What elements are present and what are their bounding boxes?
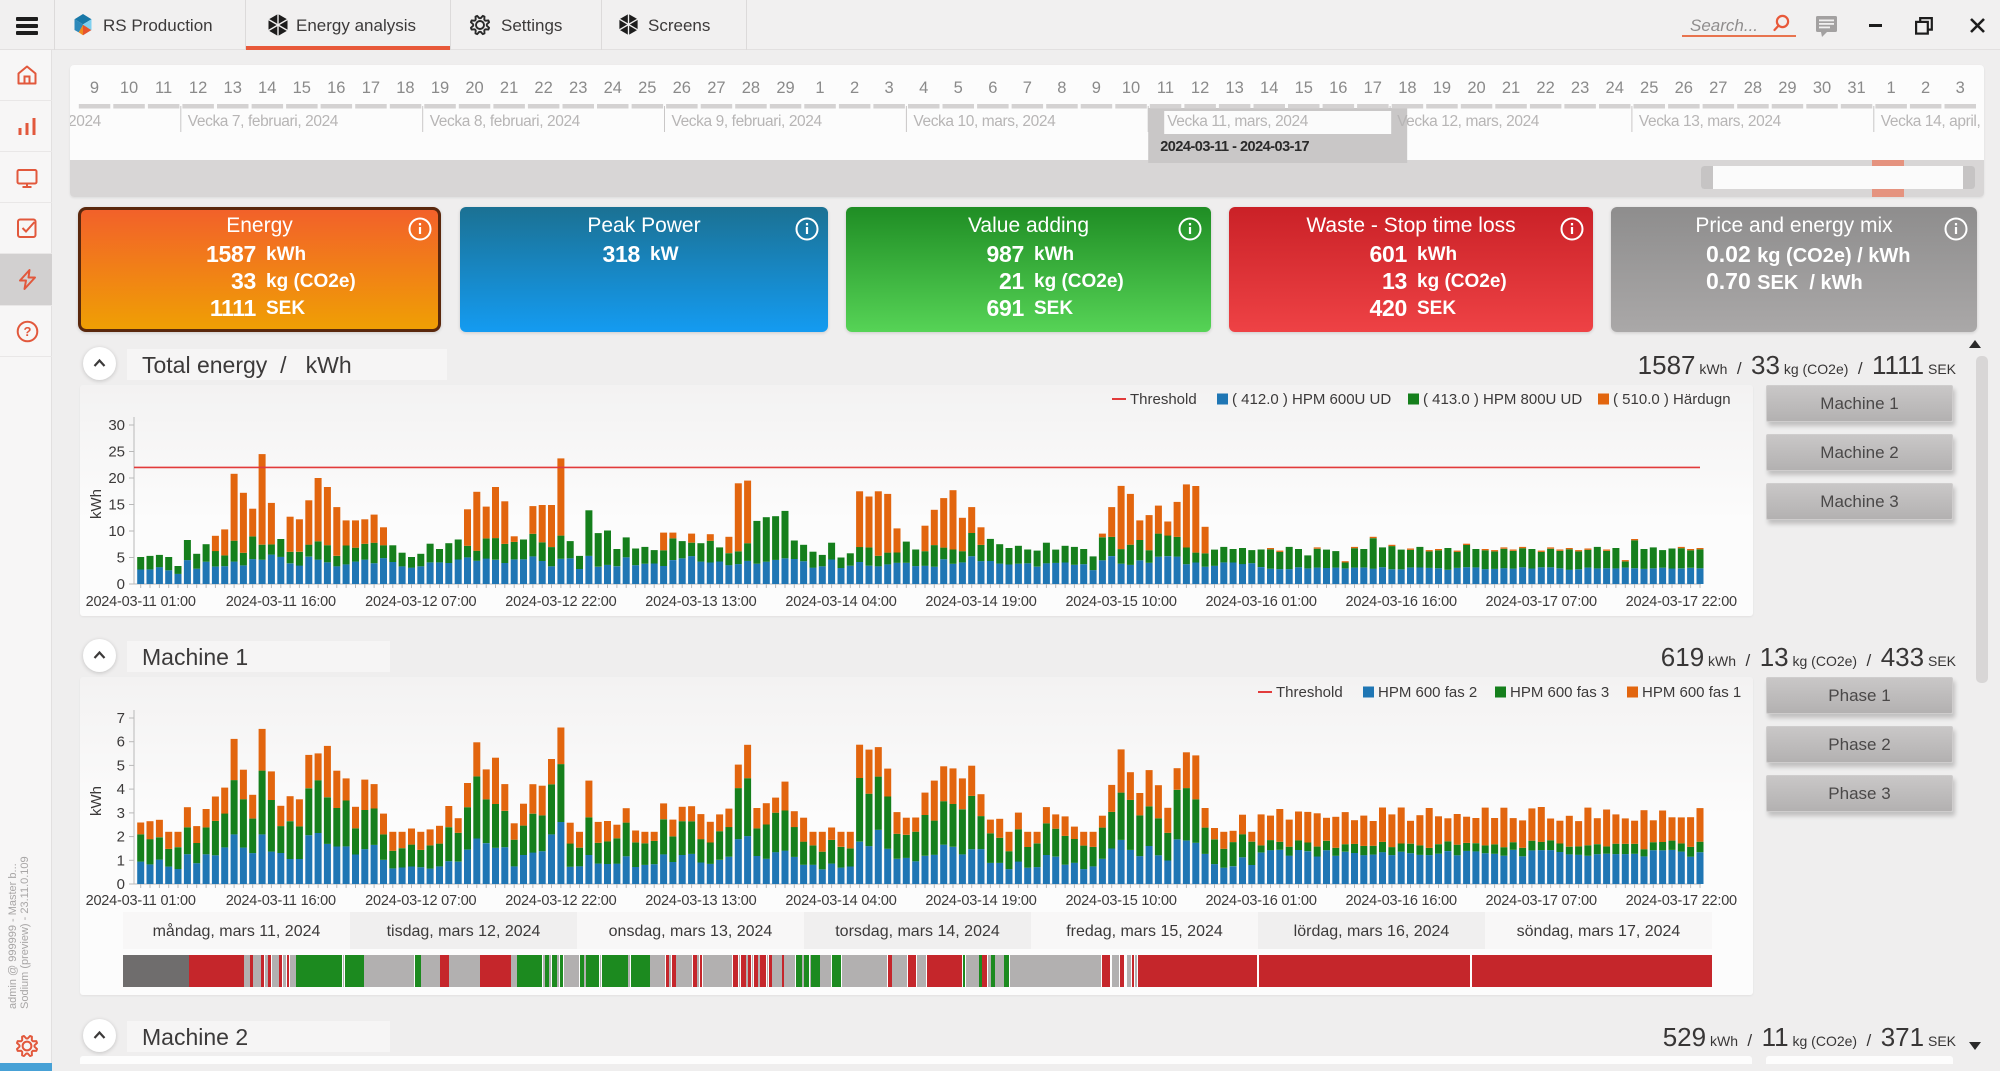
svg-text:söndag, mars 17, 2024: söndag, mars 17, 2024	[1517, 923, 1681, 940]
svg-text:2024-03-16 16:00: 2024-03-16 16:00	[1346, 893, 1457, 909]
svg-text:2024-03-13 13:00: 2024-03-13 13:00	[645, 893, 756, 909]
svg-text:2024-03-17 22:00: 2024-03-17 22:00	[1626, 893, 1737, 909]
svg-text:2024-03-14 19:00: 2024-03-14 19:00	[925, 893, 1036, 909]
svg-text:0: 0	[117, 876, 125, 893]
svg-text:Threshold: Threshold	[1276, 684, 1343, 701]
svg-text:6: 6	[117, 734, 125, 751]
svg-text:HPM 600 fas 3: HPM 600 fas 3	[1510, 684, 1609, 701]
svg-text:lördag, mars 16, 2024: lördag, mars 16, 2024	[1294, 923, 1450, 940]
svg-text:5: 5	[117, 757, 125, 774]
svg-text:7: 7	[117, 710, 125, 727]
svg-text:onsdag, mars 13, 2024: onsdag, mars 13, 2024	[609, 923, 773, 940]
svg-text:torsdag, mars 14, 2024: torsdag, mars 14, 2024	[835, 923, 1000, 940]
svg-text:2024-03-15 10:00: 2024-03-15 10:00	[1065, 893, 1176, 909]
svg-text:3: 3	[117, 805, 125, 822]
svg-text:1: 1	[117, 852, 125, 869]
svg-text:måndag, mars 11, 2024: måndag, mars 11, 2024	[153, 922, 321, 940]
svg-text:2024-03-16 01:00: 2024-03-16 01:00	[1205, 893, 1316, 909]
svg-text:tisdag, mars 12, 2024: tisdag, mars 12, 2024	[387, 923, 541, 940]
svg-text:2024-03-12 07:00: 2024-03-12 07:00	[365, 893, 476, 909]
svg-text:2024-03-14 04:00: 2024-03-14 04:00	[785, 893, 896, 909]
svg-text:2024-03-17 07:00: 2024-03-17 07:00	[1486, 893, 1597, 909]
svg-text:2024-03-11 16:00: 2024-03-11 16:00	[226, 893, 336, 909]
svg-text:HPM 600 fas 1: HPM 600 fas 1	[1642, 684, 1741, 701]
svg-text:kWh: kWh	[88, 786, 105, 816]
svg-text:HPM 600 fas 2: HPM 600 fas 2	[1378, 684, 1477, 701]
svg-text:fredag, mars 15, 2024: fredag, mars 15, 2024	[1066, 923, 1223, 940]
svg-text:2024-03-11 01:00: 2024-03-11 01:00	[86, 893, 196, 909]
svg-text:2: 2	[117, 829, 125, 846]
svg-text:4: 4	[117, 781, 125, 798]
svg-text:2024-03-12 22:00: 2024-03-12 22:00	[505, 893, 616, 909]
